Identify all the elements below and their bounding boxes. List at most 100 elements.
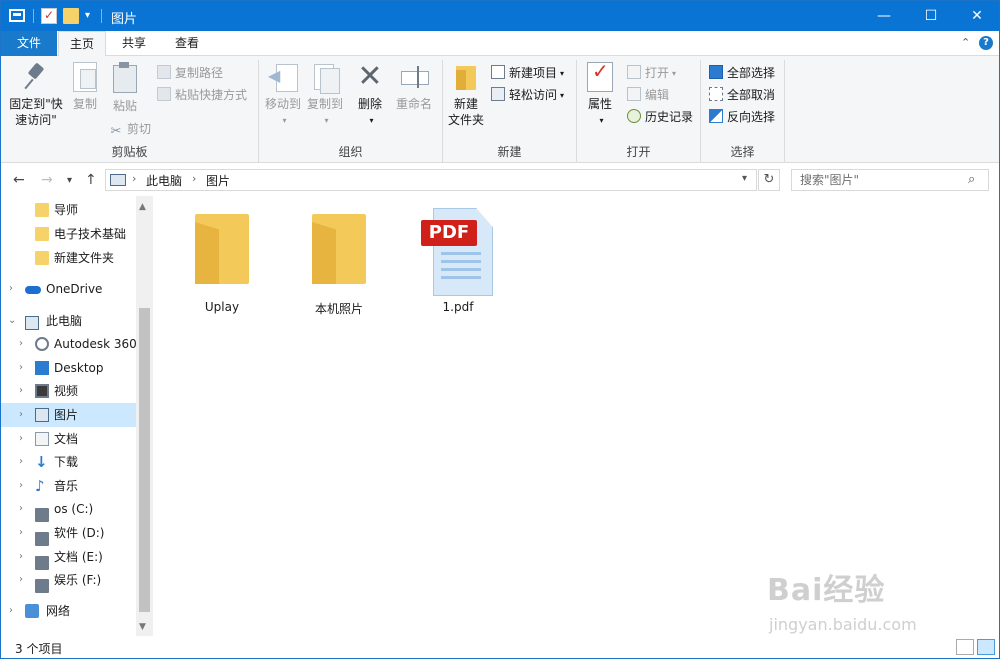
maximize-button[interactable]: ☐ xyxy=(908,1,954,31)
nav-item-documents[interactable]: › 文档 xyxy=(1,427,136,451)
nav-item-pictures[interactable]: › 图片 xyxy=(1,403,136,427)
nav-item-drive-e[interactable]: › 文档 (E:) xyxy=(1,545,136,570)
edit-button[interactable]: 编辑 xyxy=(627,86,669,104)
paste-button[interactable]: 粘贴 xyxy=(107,62,143,114)
expand-chevron-icon[interactable]: › xyxy=(19,356,23,380)
history-button[interactable]: 历史记录 xyxy=(627,108,693,126)
pin-label-line2: 速访问" xyxy=(15,113,57,127)
collapse-chevron-icon[interactable]: ⌄ xyxy=(8,309,16,333)
search-icon[interactable]: ⌕ xyxy=(968,172,975,187)
select-all-icon xyxy=(709,65,723,79)
file-item-pdf[interactable]: PDF 1.pdf xyxy=(403,208,513,318)
nav-item-network[interactable]: › 网络 xyxy=(1,599,136,623)
new-item-button[interactable]: 新建项目 ▾ xyxy=(491,64,564,82)
expand-chevron-icon[interactable]: › xyxy=(9,599,13,623)
scroll-down-icon[interactable]: ▼ xyxy=(139,622,146,632)
details-view-icon[interactable] xyxy=(956,639,974,655)
nav-item-label: 网络 xyxy=(46,604,71,618)
nav-item-downloads[interactable]: › ↓ 下载 xyxy=(1,450,136,474)
rename-button[interactable]: 重命名 xyxy=(393,62,435,112)
back-arrow-icon[interactable]: ← xyxy=(13,172,25,188)
breadcrumb-chevron-icon[interactable]: › xyxy=(132,172,136,185)
nav-item-videos[interactable]: › 视频 xyxy=(1,379,136,403)
up-arrow-icon[interactable]: ↑ xyxy=(85,172,97,188)
file-item-uplay[interactable]: Uplay xyxy=(167,208,277,318)
help-icon[interactable]: ? xyxy=(979,36,993,50)
minimize-button[interactable]: — xyxy=(861,1,907,31)
breadcrumb-pictures[interactable]: 图片 xyxy=(206,172,230,189)
nav-item-label: 新建文件夹 xyxy=(54,251,115,265)
large-icons-view-icon[interactable] xyxy=(977,639,995,655)
expand-chevron-icon[interactable]: › xyxy=(19,521,23,545)
nav-item-music[interactable]: › ♪ 音乐 xyxy=(1,474,136,498)
expand-chevron-icon[interactable]: › xyxy=(19,497,23,521)
properties-label: 属性 xyxy=(587,97,612,111)
nav-item-onedrive[interactable]: › OneDrive xyxy=(1,277,136,301)
search-input[interactable] xyxy=(792,170,962,190)
quick-access-customize-icon[interactable]: ▾ xyxy=(85,10,101,26)
copy-to-button[interactable]: 复制到 ▾ xyxy=(305,62,345,129)
scroll-thumb[interactable] xyxy=(139,308,150,612)
chevron-down-icon: ▾ xyxy=(369,116,374,125)
recent-locations-chevron-icon[interactable]: ▾ xyxy=(67,175,72,186)
delete-button[interactable]: ✕ 删除 ▾ xyxy=(355,62,385,129)
quick-access-properties-icon[interactable] xyxy=(41,8,57,24)
close-button[interactable]: ✕ xyxy=(954,1,999,31)
paste-shortcut-button[interactable]: 粘贴快捷方式 xyxy=(157,86,247,104)
nav-item-new-folder[interactable]: 新建文件夹 xyxy=(1,246,136,270)
nav-item-label: 文档 xyxy=(54,432,79,446)
properties-button[interactable]: 属性 ▾ xyxy=(583,62,617,129)
file-item-local-photos[interactable]: 本机照片 xyxy=(284,208,394,318)
window-system-icon[interactable] xyxy=(9,9,25,22)
forward-arrow-icon[interactable]: → xyxy=(41,172,53,188)
copy-to-icon xyxy=(310,62,340,94)
pin-to-quick-access-button[interactable]: 固定到"快 速访问" xyxy=(5,62,67,128)
breadcrumb-chevron-icon[interactable]: › xyxy=(192,172,196,185)
invert-selection-button[interactable]: 反向选择 xyxy=(709,108,775,126)
nav-item-label: 图片 xyxy=(54,408,79,422)
nav-item-drive-d[interactable]: › 软件 (D:) xyxy=(1,521,136,546)
expand-chevron-icon[interactable]: › xyxy=(19,427,23,451)
address-bar[interactable]: › 此电脑 › 图片 ▾ xyxy=(105,169,757,191)
expand-chevron-icon[interactable]: › xyxy=(19,474,23,498)
address-dropdown-icon[interactable]: ▾ xyxy=(742,173,747,184)
collapse-ribbon-icon[interactable]: ⌃ xyxy=(961,36,970,49)
nav-item-drive-c[interactable]: › os (C:) xyxy=(1,497,136,522)
nav-item-this-pc[interactable]: ⌄ 此电脑 xyxy=(1,309,136,333)
tab-share[interactable]: 共享 xyxy=(112,31,156,56)
tab-home[interactable]: 主页 xyxy=(58,31,106,57)
item-count: 3 个项目 xyxy=(15,642,63,656)
chevron-down-icon: ▾ xyxy=(560,69,565,78)
expand-chevron-icon[interactable]: › xyxy=(19,545,23,569)
open-button[interactable]: 打开 ▾ xyxy=(627,64,676,82)
copy-button[interactable]: 复制 xyxy=(67,62,103,112)
nav-item-desktop[interactable]: › Desktop xyxy=(1,356,136,380)
nav-item-drive-f[interactable]: › 娱乐 (F:) xyxy=(1,568,136,593)
copy-path-label: 复制路径 xyxy=(175,66,224,80)
select-none-button[interactable]: 全部取消 xyxy=(709,86,775,104)
quick-access-new-folder-icon[interactable] xyxy=(63,8,79,24)
pin-icon xyxy=(22,62,50,92)
expand-chevron-icon[interactable]: › xyxy=(19,568,23,592)
expand-chevron-icon[interactable]: › xyxy=(19,379,23,403)
copy-path-button[interactable]: 复制路径 xyxy=(157,64,223,82)
nav-item-electronics[interactable]: 电子技术基础 xyxy=(1,222,136,246)
breadcrumb-this-pc[interactable]: 此电脑 xyxy=(146,172,182,189)
expand-chevron-icon[interactable]: › xyxy=(19,450,23,474)
nav-item-autodesk-360[interactable]: › Autodesk 360 xyxy=(1,332,137,356)
refresh-icon[interactable]: ↻ xyxy=(758,169,780,191)
expand-chevron-icon[interactable]: › xyxy=(19,403,23,427)
sidebar-scrollbar[interactable]: ▲ ▼ xyxy=(136,196,153,636)
expand-chevron-icon[interactable]: › xyxy=(19,332,23,356)
tab-file[interactable]: 文件 xyxy=(1,31,57,56)
nav-item-label: Desktop xyxy=(54,361,104,375)
tab-view[interactable]: 查看 xyxy=(163,31,211,56)
nav-item-daoshi[interactable]: 导师 xyxy=(1,198,136,222)
move-to-button[interactable]: 移动到 ▾ xyxy=(263,62,303,129)
cut-button[interactable]: ✂ 剪切 xyxy=(109,120,151,139)
easy-access-button[interactable]: 轻松访问 ▾ xyxy=(491,86,564,104)
expand-chevron-icon[interactable]: › xyxy=(9,277,13,301)
new-folder-button[interactable]: 新建 文件夹 xyxy=(445,62,487,128)
scroll-up-icon[interactable]: ▲ xyxy=(139,202,146,212)
select-all-button[interactable]: 全部选择 xyxy=(709,64,775,82)
